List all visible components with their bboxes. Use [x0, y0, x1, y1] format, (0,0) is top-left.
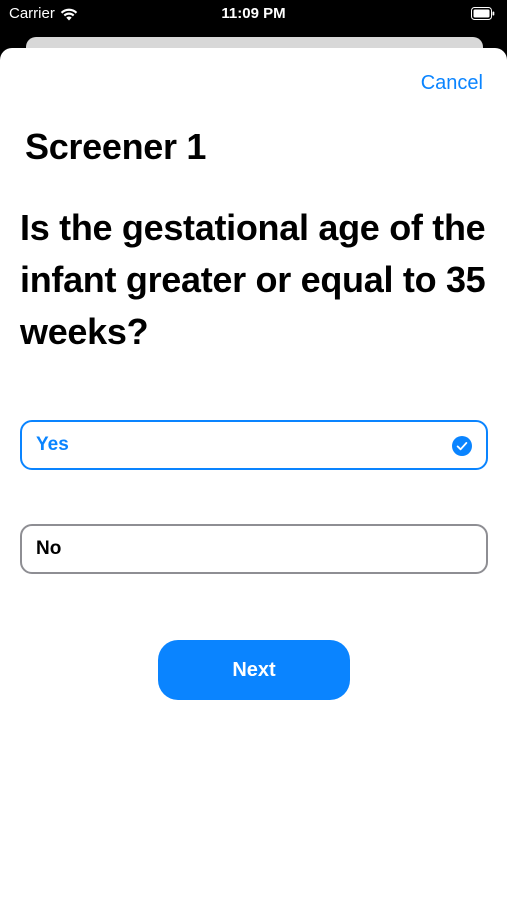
- option-label: No: [36, 538, 62, 559]
- next-button[interactable]: Next: [158, 640, 350, 700]
- next-button-label: Next: [232, 658, 276, 681]
- page-title: Screener 1: [25, 126, 207, 167]
- screener-sheet: Cancel Screener 1 Is the gestational age…: [0, 48, 507, 900]
- cancel-button[interactable]: Cancel: [421, 72, 483, 95]
- question-text: Is the gestational age of the infant gre…: [20, 207, 486, 352]
- status-bar: Carrier 11:09 PM: [0, 0, 507, 30]
- status-time: 11:09 PM: [221, 5, 286, 22]
- battery-icon: [471, 7, 495, 20]
- option-label: Yes: [36, 434, 69, 455]
- option-yes[interactable]: Yes: [20, 420, 488, 470]
- option-no[interactable]: No: [20, 524, 488, 574]
- checkmark-icon: [452, 436, 472, 456]
